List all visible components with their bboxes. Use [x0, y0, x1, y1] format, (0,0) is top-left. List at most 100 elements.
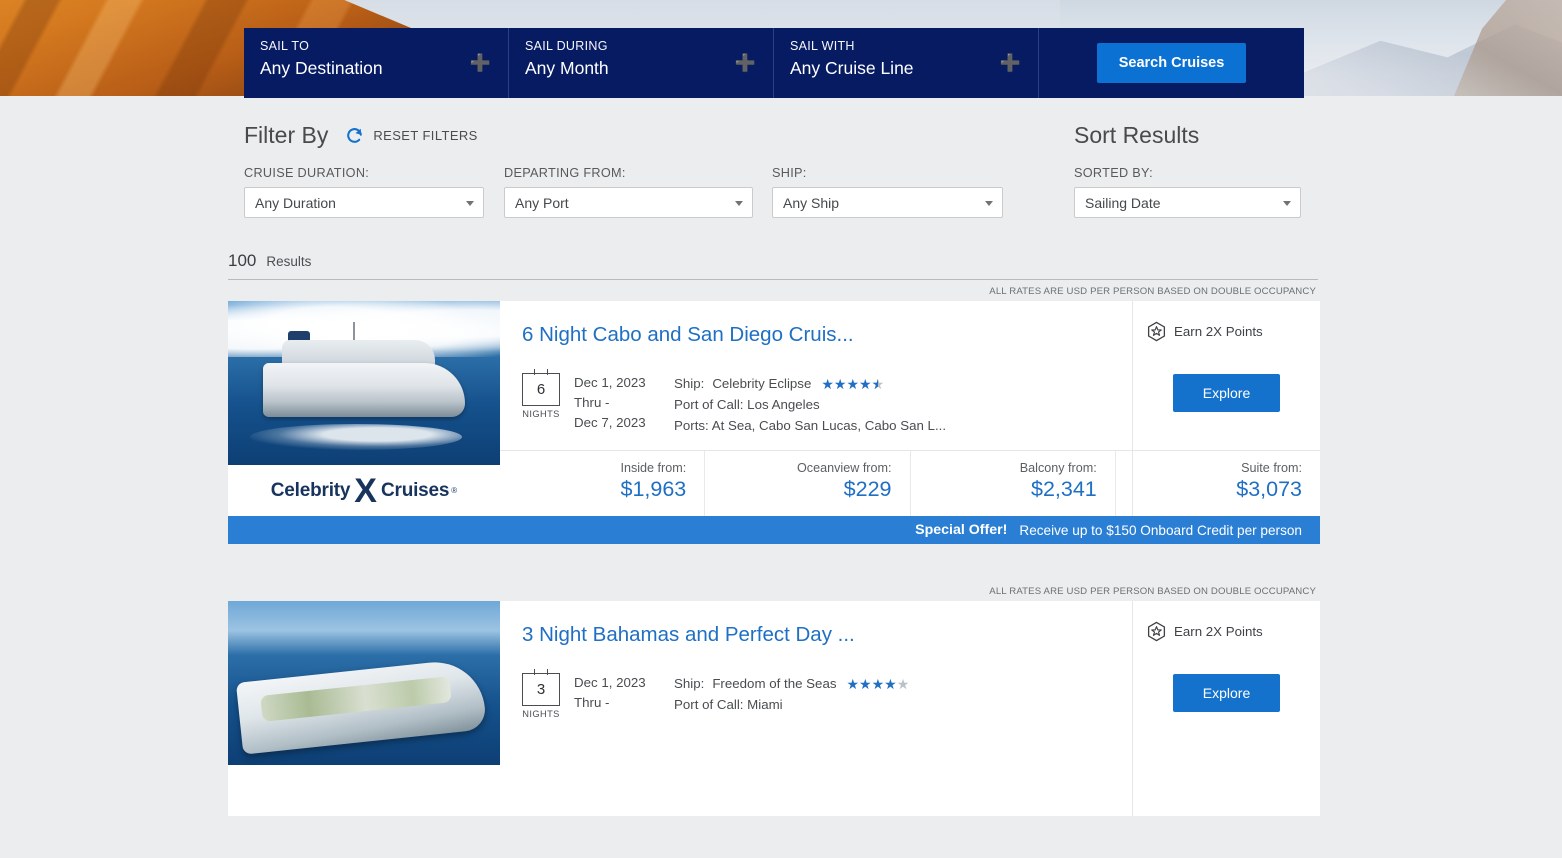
earn-points-label: Earn 2X Points [1174, 624, 1263, 639]
star-icon: ★ [846, 675, 860, 692]
departing-from-value: Any Port [515, 194, 569, 211]
earn-points-label: Earn 2X Points [1174, 324, 1263, 339]
plus-icon[interactable]: ➕ [735, 55, 756, 72]
cruise-card-details: 3 Night Bahamas and Perfect Day ... 3 NI… [500, 601, 1132, 816]
search-field-sail-to[interactable]: SAIL TO Any Destination ➕ [244, 28, 509, 98]
rates-disclaimer: ALL RATES ARE USD PER PERSON BASED ON DO… [989, 286, 1316, 297]
filter-sort-zone: Filter By RESET FILTERS Sort Results CRU… [0, 96, 1562, 280]
balcony-price-value: $2,341 [1030, 477, 1097, 501]
date-thru: Thru - [574, 695, 610, 710]
nights-label: NIGHTS [522, 409, 560, 419]
ship-field-value: Freedom of the Seas [712, 676, 837, 691]
sail-with-label: SAIL WITH [790, 39, 855, 53]
plus-icon[interactable]: ➕ [1000, 55, 1021, 72]
port-of-call-row: Port of Call: Miami [674, 694, 909, 715]
sort-by-field: SORTED BY: Sailing Date [1074, 166, 1301, 218]
star-icon: ★ [871, 675, 885, 692]
chevron-down-icon [1283, 200, 1291, 206]
search-field-sail-during[interactable]: SAIL DURING Any Month ➕ [509, 28, 774, 98]
inside-price-label: Inside from: [620, 461, 687, 475]
cruise-card-media: Celebrity X Cruises ® [228, 301, 500, 516]
sort-results-title: Sort Results [1074, 122, 1200, 148]
cruise-card-actions: Earn 2X Points Explore [1132, 601, 1320, 816]
ship-photo [228, 601, 500, 765]
oceanview-price-label: Oceanview from: [797, 461, 892, 475]
price-cell-inside[interactable]: Inside from: $1,963 [500, 451, 704, 516]
cruise-line-logo: Celebrity X Cruises ® [228, 465, 500, 516]
earn-points-badge: Earn 2X Points [1133, 621, 1320, 642]
cruise-line-logo [228, 765, 500, 816]
special-offer-text: Receive up to $150 Onboard Credit per pe… [1019, 522, 1302, 538]
special-offer-banner: Special Offer! Receive up to $150 Onboar… [228, 516, 1320, 544]
calendar-icon: 6 [522, 369, 560, 406]
refresh-icon [347, 128, 363, 143]
nights-label: NIGHTS [522, 709, 560, 719]
suite-price-label: Suite from: [1241, 461, 1302, 475]
star-icon: ★ [821, 375, 834, 392]
price-cell-suite[interactable]: Suite from: $3,073 [1114, 451, 1320, 516]
departing-from-select[interactable]: Any Port [504, 187, 753, 218]
star-empty-icon: ★ [896, 675, 910, 692]
cruise-title-link[interactable]: 3 Night Bahamas and Perfect Day ... [522, 623, 1132, 647]
ship-photo [228, 301, 500, 465]
cruise-duration-select[interactable]: Any Duration [244, 187, 484, 218]
ship-row: Ship: Celebrity Eclipse ★ ★ ★ ★ ★ [674, 373, 946, 394]
reset-filters-button[interactable]: RESET FILTERS [345, 126, 477, 145]
brand-x-mark: X [354, 471, 377, 510]
filter-departing-from: DEPARTING FROM: Any Port [504, 166, 753, 218]
ports-value: At Sea, Cabo San Lucas, Cabo San L... [711, 418, 947, 433]
date-end: Dec 7, 2023 [574, 415, 646, 430]
reset-filters-label: RESET FILTERS [373, 128, 478, 143]
hexagon-star-icon [1147, 321, 1166, 342]
sorted-by-select[interactable]: Sailing Date [1074, 187, 1301, 218]
ship-rating-stars: ★ ★ ★ ★ ★ [846, 677, 909, 691]
cruise-detail-row: 6 NIGHTS Dec 1, 2023 Thru - Dec 7, 2023 … [522, 369, 1132, 436]
cruise-card-2: ALL RATES ARE USD PER PERSON BASED ON DO… [228, 586, 1320, 816]
plus-icon[interactable]: ➕ [470, 55, 491, 72]
star-half-icon: ★ [872, 377, 885, 391]
port-of-call-value: Miami [747, 697, 783, 712]
departing-from-label: DEPARTING FROM: [504, 166, 626, 180]
ship-wake [249, 424, 462, 451]
ship-label: SHIP: [772, 166, 807, 180]
ports-label: Ports: [674, 418, 709, 433]
brand-word-cruises: Cruises [380, 479, 450, 501]
explore-button[interactable]: Explore [1172, 674, 1281, 712]
search-cruises-button[interactable]: Search Cruises [1096, 43, 1247, 83]
chevron-down-icon [735, 200, 743, 206]
oceanview-price-value: $229 [843, 477, 892, 501]
price-cell-balcony[interactable]: Balcony from: $2,341 [909, 451, 1115, 516]
cruise-card-media [228, 601, 500, 816]
ship-hull [263, 363, 465, 418]
ship-select[interactable]: Any Ship [772, 187, 1003, 218]
ship-field-label: Ship: [674, 676, 705, 691]
explore-button-container: Explore [1133, 674, 1320, 712]
cruise-title-link[interactable]: 6 Night Cabo and San Diego Cruis... [522, 323, 1132, 347]
balcony-price-label: Balcony from: [1019, 461, 1097, 475]
cruise-card-1: ALL RATES ARE USD PER PERSON BASED ON DO… [228, 286, 1320, 544]
cruise-search-bar: SAIL TO Any Destination ➕ SAIL DURING An… [244, 28, 1304, 98]
port-of-call-row: Port of Call: Los Angeles [674, 394, 946, 415]
search-field-sail-with[interactable]: SAIL WITH Any Cruise Line ➕ [774, 28, 1039, 98]
explore-button-container: Explore [1133, 374, 1320, 412]
nights-badge: 3 NIGHTS [522, 669, 560, 719]
nights-badge: 6 NIGHTS [522, 369, 560, 419]
sail-during-label: SAIL DURING [525, 39, 608, 53]
chevron-down-icon [985, 200, 993, 206]
sail-to-label: SAIL TO [260, 39, 310, 53]
page-content: Filter By RESET FILTERS Sort Results CRU… [0, 96, 1562, 816]
cruise-card-body: 3 Night Bahamas and Perfect Day ... 3 NI… [228, 601, 1320, 816]
date-start: Dec 1, 2023 [574, 375, 646, 390]
port-of-call-value: Los Angeles [747, 397, 820, 412]
brand-word-celebrity: Celebrity [270, 479, 351, 501]
rates-disclaimer: ALL RATES ARE USD PER PERSON BASED ON DO… [989, 586, 1316, 597]
hexagon-star-icon [1147, 621, 1166, 642]
star-icon: ★ [846, 375, 860, 392]
brand-registered-mark: ® [451, 486, 458, 495]
cruise-duration-value: Any Duration [255, 194, 336, 211]
price-cell-oceanview[interactable]: Oceanview from: $229 [704, 451, 909, 516]
explore-button[interactable]: Explore [1172, 374, 1281, 412]
ports-row: Ports: At Sea, Cabo San Lucas, Cabo San … [674, 415, 946, 436]
filter-ship: SHIP: Any Ship [772, 166, 1003, 218]
special-offer-label: Special Offer! [915, 522, 1008, 538]
